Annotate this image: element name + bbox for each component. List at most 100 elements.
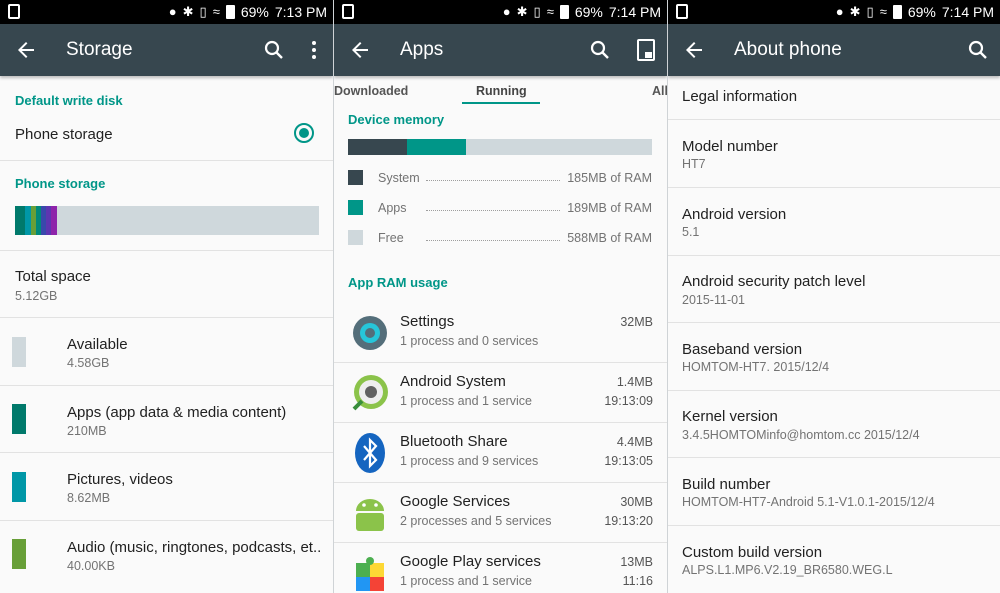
app-processes: 2 processes and 5 services	[400, 514, 552, 528]
apps-screen: ● ✱ ▯ ≈ 69% 7:14 PM Apps Downloaded Runn…	[334, 0, 667, 593]
bluetooth-icon: ✱	[182, 4, 194, 19]
memory-value: 588MB of RAM	[567, 231, 652, 245]
kernel-version-value: 3.4.5HOMTOMinfo@homtom.cc 2015/12/4	[682, 428, 920, 442]
storage-screen: ● ✱ ▯ ≈ 69% 7:13 PM Storage Default writ…	[0, 0, 333, 593]
list-item[interactable]: Settings 1 process and 0 services 32MB	[334, 303, 667, 363]
device-memory-header: Device memory	[348, 112, 445, 127]
app-processes: 1 process and 9 services	[400, 454, 539, 468]
pictures-value: 8.62MB	[67, 491, 111, 505]
list-item[interactable]: Android System 1 process and 1 service 1…	[334, 363, 667, 423]
bluetooth-share-icon	[355, 433, 385, 473]
search-icon[interactable]	[966, 38, 990, 62]
free-swatch	[348, 230, 363, 245]
model-number-label: Model number	[682, 138, 778, 155]
memory-value: 189MB of RAM	[567, 201, 652, 215]
app-name: Bluetooth Share	[400, 433, 508, 450]
list-item[interactable]: Google Play services 1 process and 1 ser…	[334, 543, 667, 593]
app-bar: About phone	[668, 24, 1000, 76]
notification-icon	[8, 4, 20, 19]
memory-label: Apps	[378, 201, 407, 215]
search-icon[interactable]	[262, 38, 286, 62]
battery-percent: 69%	[240, 4, 269, 20]
notification-icon	[342, 4, 354, 19]
wifi-icon: ≈	[879, 4, 887, 19]
tab-indicator	[462, 102, 540, 104]
memory-usage-bar	[348, 139, 652, 155]
audio-value: 40.00KB	[67, 559, 115, 573]
sd-card-icon[interactable]	[634, 38, 658, 62]
app-ram-size: 1.4MB	[616, 375, 653, 389]
page-title: Apps	[400, 39, 444, 60]
system-swatch	[348, 170, 363, 185]
build-number-value: HOMTOM-HT7-Android 5.1-V1.0.1-2015/12/4	[682, 495, 935, 509]
clock: 7:14 PM	[941, 4, 994, 20]
android-version-label[interactable]: Android version	[682, 206, 786, 223]
status-bar: ● ✱ ▯ ≈ 69% 7:13 PM	[0, 0, 333, 24]
settings-gear-icon	[353, 316, 387, 350]
list-item[interactable]: Google Services 2 processes and 5 servic…	[334, 483, 667, 543]
back-arrow-icon[interactable]	[348, 38, 372, 62]
tab-running[interactable]: Running	[476, 84, 527, 98]
app-ram-size: 30MB	[620, 495, 653, 509]
app-ram-usage-header: App RAM usage	[348, 275, 448, 290]
custom-build-version-value: ALPS.L1.MP6.V2.19_BR6580.WEG.L	[682, 563, 893, 577]
app-run-time: 19:13:05	[604, 454, 653, 468]
clock: 7:14 PM	[608, 4, 661, 20]
clock: 7:13 PM	[274, 4, 327, 20]
wifi-icon: ≈	[212, 4, 220, 19]
battery-icon	[559, 5, 569, 19]
legal-information-item[interactable]: Legal information	[682, 88, 797, 105]
app-run-time: 11:16	[622, 574, 653, 588]
back-arrow-icon[interactable]	[14, 38, 38, 62]
back-arrow-icon[interactable]	[682, 38, 706, 62]
android-robot-icon	[356, 499, 384, 531]
tab-all[interactable]: All	[652, 84, 667, 98]
status-bar: ● ✱ ▯ ≈ 69% 7:14 PM	[334, 0, 667, 24]
page-title: Storage	[66, 39, 133, 60]
wifi-icon: ≈	[546, 4, 554, 19]
storage-usage-bar	[15, 206, 319, 235]
search-icon[interactable]	[588, 38, 612, 62]
more-options-icon[interactable]	[302, 38, 326, 62]
audio-label[interactable]: Audio (music, ringtones, podcasts, et..	[67, 539, 321, 556]
apps-label[interactable]: Apps (app data & media content)	[67, 404, 286, 421]
battery-icon	[892, 5, 902, 19]
page-title: About phone	[734, 39, 842, 60]
total-space-value: 5.12GB	[15, 289, 58, 303]
bluetooth-icon: ✱	[516, 4, 528, 19]
phone-storage-option[interactable]: Phone storage	[15, 126, 113, 143]
app-processes: 1 process and 1 service	[400, 394, 533, 408]
vibrate-icon: ▯	[199, 4, 207, 19]
app-ram-size: 4.4MB	[616, 435, 653, 449]
location-icon: ●	[502, 4, 511, 19]
available-value: 4.58GB	[67, 356, 110, 370]
location-icon: ●	[168, 4, 177, 19]
location-icon: ●	[835, 4, 844, 19]
pictures-swatch	[12, 472, 26, 502]
app-name: Google Play services	[400, 553, 541, 570]
list-item[interactable]: Bluetooth Share 1 process and 9 services…	[334, 423, 667, 483]
pictures-label[interactable]: Pictures, videos	[67, 471, 173, 488]
audio-swatch	[12, 539, 26, 569]
apps-value: 210MB	[67, 424, 107, 438]
memory-row-apps: Apps 189MB of RAM	[348, 200, 652, 216]
battery-percent: 69%	[574, 4, 603, 20]
bluetooth-icon: ✱	[849, 4, 861, 19]
available-swatch	[12, 337, 26, 367]
puzzle-piece-icon	[356, 557, 384, 591]
memory-value: 185MB of RAM	[567, 171, 652, 185]
apps-swatch	[12, 404, 26, 434]
app-ram-size: 13MB	[620, 555, 653, 569]
kernel-version-label: Kernel version	[682, 408, 778, 425]
phone-storage-radio[interactable]	[294, 123, 314, 143]
available-label[interactable]: Available	[67, 336, 128, 353]
build-number-label[interactable]: Build number	[682, 476, 770, 493]
app-processes: 1 process and 1 service	[400, 574, 533, 588]
security-patch-value: 2015-11-01	[682, 293, 746, 307]
tab-downloaded[interactable]: Downloaded	[334, 84, 408, 98]
about-phone-screen: ● ✱ ▯ ≈ 69% 7:14 PM About phone Legal in…	[668, 0, 1000, 593]
android-system-icon	[352, 375, 388, 411]
baseband-version-label: Baseband version	[682, 341, 803, 358]
app-processes: 1 process and 0 services	[400, 334, 539, 348]
app-run-time: 19:13:09	[604, 394, 653, 408]
